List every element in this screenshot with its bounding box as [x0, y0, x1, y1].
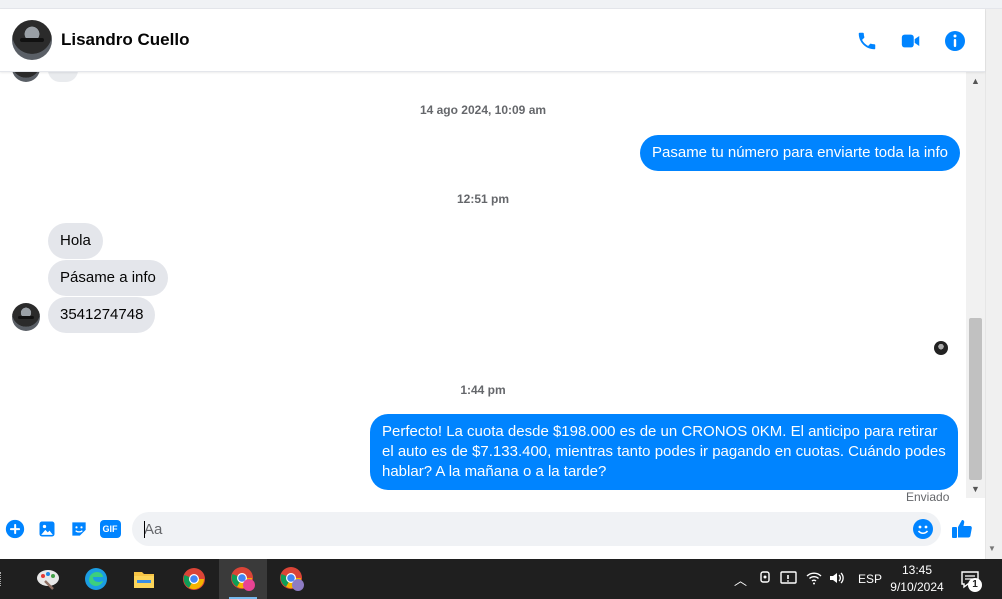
outgoing-message[interactable]: Perfecto! La cuota desde $198.000 es de …: [370, 414, 958, 490]
chrome-profile-active-icon[interactable]: [219, 559, 267, 599]
windows-taskbar: ︿ ESP 13:45 9/10/2024 1: [0, 559, 1002, 599]
sticker-icon[interactable]: [67, 517, 91, 541]
language-indicator[interactable]: ESP: [858, 572, 882, 586]
header-actions: [855, 29, 967, 53]
system-tray: ︿ ESP: [734, 559, 882, 599]
notification-center-icon[interactable]: 1: [960, 569, 984, 592]
phone-icon[interactable]: [855, 29, 879, 53]
timestamp: 1:44 pm: [460, 383, 506, 397]
info-icon[interactable]: [943, 29, 967, 53]
message-status: Enviado: [906, 490, 950, 502]
gif-label: GIF: [99, 520, 121, 538]
usb-device-icon[interactable]: [758, 570, 772, 589]
contact-avatar[interactable]: [12, 20, 52, 60]
wifi-icon[interactable]: [806, 571, 822, 588]
message-input-box[interactable]: [132, 512, 941, 546]
thumbs-up-icon[interactable]: [950, 517, 974, 541]
volume-icon[interactable]: [828, 571, 846, 588]
gif-icon[interactable]: GIF: [98, 517, 122, 541]
taskbar-clock[interactable]: 13:45 9/10/2024: [882, 562, 952, 596]
notification-badge: 1: [968, 578, 982, 592]
text-caret: [144, 521, 145, 538]
video-call-icon[interactable]: [899, 29, 923, 53]
monitor-alert-icon[interactable]: [780, 570, 798, 589]
composer: GIF: [0, 505, 985, 555]
clock-date: 9/10/2024: [890, 580, 944, 594]
clock-time: 13:45: [901, 563, 933, 577]
contact-small-avatar: [12, 72, 40, 82]
chat-header: Lisandro Cuello: [0, 9, 985, 72]
top-strip: [0, 0, 1002, 9]
edge-browser-icon[interactable]: [72, 559, 120, 599]
taskbar-edge-icon: [0, 572, 3, 586]
messenger-window: Lisandro Cuello 14 ago 2024, 10:09 am Pa…: [0, 0, 1002, 599]
scrollbar[interactable]: ▲ ▼: [966, 72, 985, 498]
incoming-message[interactable]: Pásame a info: [48, 260, 168, 296]
seen-indicator-avatar: [934, 341, 948, 355]
chevron-up-icon[interactable]: ︿: [734, 570, 748, 589]
chrome-profile-icon[interactable]: [268, 559, 316, 599]
contact-small-avatar[interactable]: [12, 303, 40, 331]
outgoing-message[interactable]: Pasame tu número para enviarte toda la i…: [640, 135, 961, 171]
plus-icon[interactable]: [3, 517, 27, 541]
message-input[interactable]: [132, 512, 892, 546]
timestamp: 14 ago 2024, 10:09 am: [419, 103, 547, 117]
contact-name[interactable]: Lisandro Cuello: [61, 30, 189, 50]
timestamp: 12:51 pm: [456, 192, 510, 206]
outer-scroll-track: [985, 9, 1002, 559]
scroll-up-arrow-icon[interactable]: ▲: [966, 74, 985, 89]
emoji-icon[interactable]: [911, 517, 935, 541]
incoming-message[interactable]: Hola: [48, 223, 103, 259]
chrome-icon[interactable]: [170, 559, 218, 599]
incoming-message[interactable]: 3541274748: [48, 297, 156, 333]
scroll-down-arrow-icon[interactable]: ▼: [966, 482, 985, 497]
partial-message-bubble: [48, 72, 78, 82]
scroll-thumb[interactable]: [969, 318, 982, 480]
file-explorer-icon[interactable]: [120, 559, 168, 599]
paint-app-icon[interactable]: [24, 559, 72, 599]
photo-icon[interactable]: [35, 517, 59, 541]
outer-scroll-down-icon[interactable]: ▼: [988, 544, 996, 553]
message-list[interactable]: 14 ago 2024, 10:09 am Pasame tu número p…: [0, 72, 966, 502]
